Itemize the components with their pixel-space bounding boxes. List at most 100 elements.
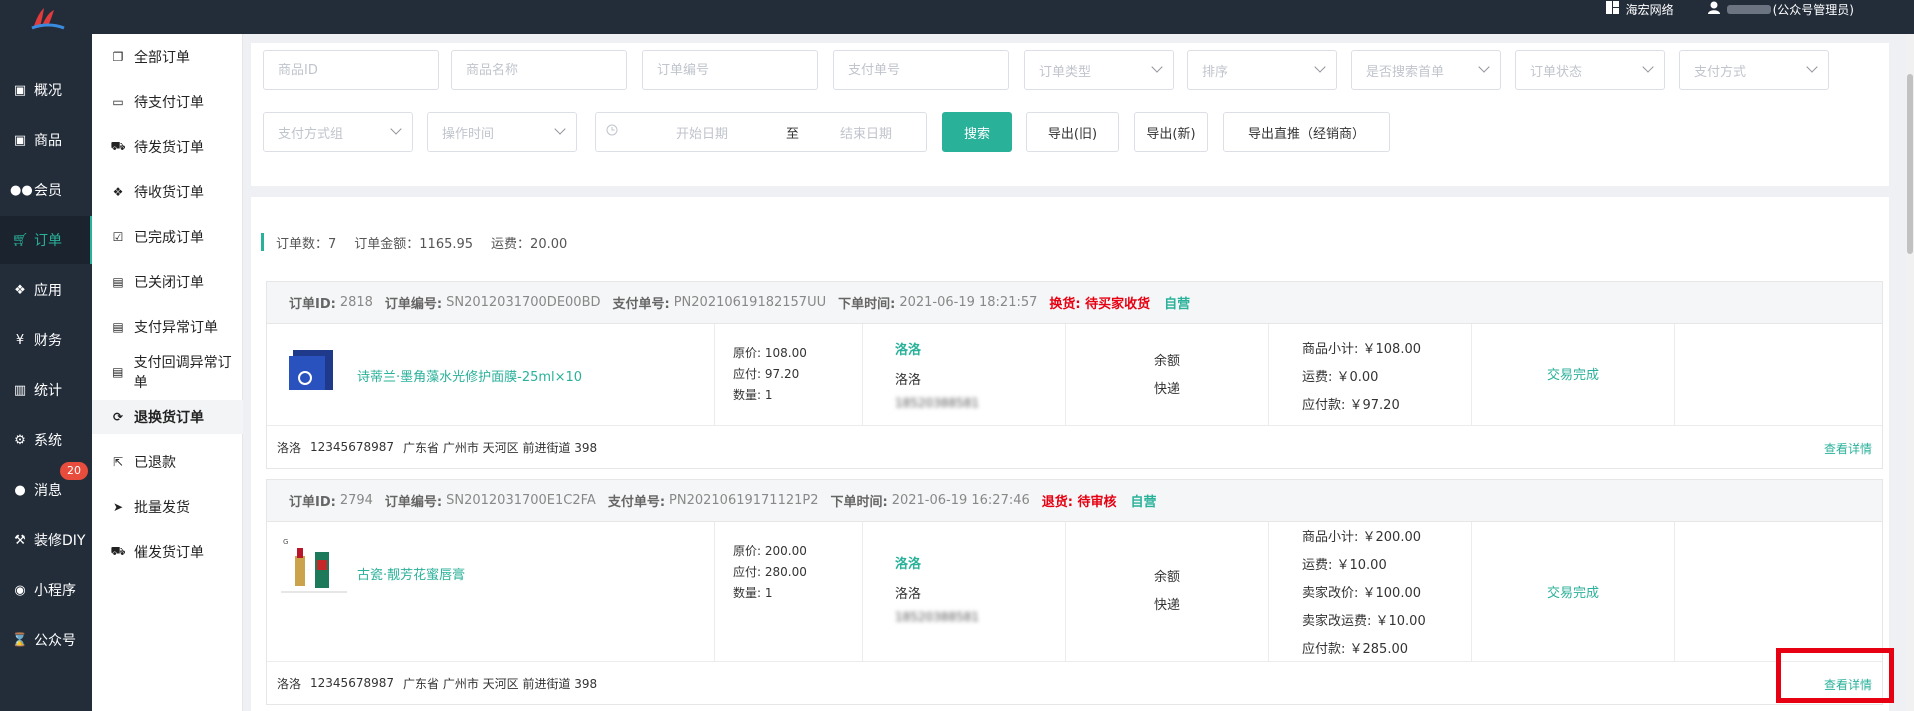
scrollbar-thumb[interactable] bbox=[1907, 74, 1913, 254]
product-name-link[interactable]: 古瓷·靓芳花蜜唇膏 bbox=[357, 564, 465, 583]
dashboard-icon: ▣ bbox=[13, 82, 27, 98]
address-phone: 12345678987 bbox=[310, 440, 394, 454]
subnav-pending-shipment[interactable]: ⛟ 待发货订单 bbox=[92, 130, 243, 164]
sidebar-item-apps[interactable]: ❖ 应用 bbox=[0, 266, 92, 314]
wechat-icon: ◉ bbox=[14, 582, 26, 598]
ship-type: 快递 bbox=[1154, 382, 1181, 397]
buyer-nickname: 洛洛 bbox=[895, 373, 922, 388]
subnav-pay-error[interactable]: ▤ 支付异常订单 bbox=[92, 310, 243, 344]
order-no-input[interactable] bbox=[642, 50, 818, 90]
goods-id-field[interactable] bbox=[278, 62, 438, 78]
subnav-batch-ship[interactable]: ➤ 批量发货 bbox=[92, 490, 243, 524]
export-new-button[interactable]: 导出(新) bbox=[1134, 112, 1208, 152]
end-date-placeholder[interactable]: 结束日期 bbox=[840, 123, 892, 142]
order-time: 2021-06-19 18:21:57 bbox=[899, 295, 1038, 310]
export-direct-button[interactable]: 导出直推（经销商） bbox=[1223, 112, 1390, 152]
start-date-placeholder[interactable]: 开始日期 bbox=[676, 123, 786, 142]
goods-name-field[interactable] bbox=[466, 62, 626, 78]
subnav-all-orders[interactable]: ❐ 全部订单 bbox=[92, 40, 243, 74]
sidebar-item-system[interactable]: ⚙ 系统 bbox=[0, 416, 92, 464]
op-time-select[interactable]: 操作时间 bbox=[427, 112, 577, 152]
dropbox-icon: ❖ bbox=[112, 185, 124, 199]
payment-cell: 余额 快递 bbox=[1066, 522, 1269, 661]
pay-no-input[interactable] bbox=[833, 50, 1009, 90]
message-count-badge: 20 bbox=[60, 462, 88, 480]
sidebar-item-messages[interactable]: ● 消息 20 bbox=[0, 462, 92, 514]
order-id: 2794 bbox=[339, 493, 373, 508]
chevron-down-icon bbox=[390, 123, 402, 135]
gears-icon: ⚙ bbox=[14, 432, 26, 448]
first-order-select[interactable]: 是否搜索首单 bbox=[1351, 50, 1501, 90]
sort-select[interactable]: 排序 bbox=[1187, 50, 1337, 90]
subnav-urge-ship[interactable]: ⛟ 催发货订单 bbox=[92, 535, 243, 569]
product-cell: G 古瓷·靓芳花蜜唇膏 bbox=[267, 522, 715, 661]
product-cell: 诗蒂兰·墨角藻水光修护面膜-25ml×10 bbox=[267, 324, 715, 425]
order-state: 交易完成 bbox=[1546, 368, 1599, 383]
truck-icon: ⛟ bbox=[110, 544, 126, 558]
user-menu[interactable]: (公众号管理员) bbox=[1707, 1, 1854, 17]
subnav-callback-error[interactable]: ▤ 支付回调异常订单 bbox=[92, 355, 243, 391]
sidebar-item-official-account[interactable]: ⌛ 公众号 bbox=[0, 616, 92, 664]
product-thumbnail[interactable]: G bbox=[279, 534, 349, 598]
chevron-down-icon bbox=[1151, 61, 1163, 73]
subnav-refunded[interactable]: ⇱ 已退款 bbox=[92, 445, 243, 479]
order-no-field[interactable] bbox=[657, 62, 817, 78]
trash-icon: ▤ bbox=[112, 365, 124, 379]
product-thumbnail[interactable] bbox=[287, 348, 339, 392]
buyer-cell: 洛洛 洛洛 18520388581 bbox=[863, 522, 1066, 661]
user-icon bbox=[1707, 1, 1720, 17]
buyer-name-link[interactable]: 洛洛 bbox=[895, 550, 1065, 580]
address-text: 广东省 广州市 天河区 前进街道 398 bbox=[403, 440, 598, 455]
subnav-pending-payment[interactable]: ▭ 待支付订单 bbox=[92, 85, 243, 119]
order-subnav: ❐ 全部订单 ▭ 待支付订单 ⛟ 待发货订单 ❖ 待收货订单 ☑ 已完成订单 ▤ 已关闭订单… bbox=[92, 34, 243, 711]
export-old-button[interactable]: 导出(旧) bbox=[1026, 112, 1119, 152]
order-state-cell: 交易完成 bbox=[1472, 522, 1675, 661]
date-range-picker[interactable]: 开始日期 至 结束日期 bbox=[595, 112, 927, 152]
order-footer: 洛洛 12345678987 广东省 广州市 天河区 前进街道 398 查看详情 bbox=[267, 426, 1882, 468]
subnav-closed[interactable]: ▤ 已关闭订单 bbox=[92, 265, 243, 299]
order-state: 交易完成 bbox=[1546, 586, 1599, 601]
view-details-link[interactable]: 查看详情 bbox=[1824, 440, 1872, 457]
order-type-select[interactable]: 订单类型 bbox=[1024, 50, 1174, 90]
goods-id-input[interactable] bbox=[263, 50, 439, 90]
sidebar-item-goods[interactable]: ▣ 商品 bbox=[0, 116, 92, 164]
trash-icon: ▤ bbox=[112, 320, 124, 334]
subnav-completed[interactable]: ☑ 已完成订单 bbox=[92, 220, 243, 254]
sidebar-item-finance[interactable]: ¥ 财务 bbox=[0, 316, 92, 364]
subnav-return-exchange[interactable]: ⟳ 退换货订单 bbox=[92, 400, 243, 434]
search-button[interactable]: 搜索 bbox=[942, 112, 1012, 152]
buyer-cell: 洛洛 洛洛 18520388581 bbox=[863, 324, 1066, 425]
svg-text:G: G bbox=[283, 538, 288, 546]
sidebar-item-miniprogram[interactable]: ◉ 小程序 bbox=[0, 566, 92, 614]
product-name-link[interactable]: 诗蒂兰·墨角藻水光修护面膜-25ml×10 bbox=[357, 366, 582, 385]
pay-method-select[interactable]: 支付方式 bbox=[1679, 50, 1829, 90]
sidebar-item-members[interactable]: ●● 会员 bbox=[0, 166, 92, 214]
sidebar-item-overview[interactable]: ▣ 概况 bbox=[0, 66, 92, 114]
pay-no-field[interactable] bbox=[848, 62, 1008, 78]
user-name-blurred bbox=[1726, 4, 1771, 14]
payment-cell: 余额 快递 bbox=[1066, 324, 1269, 425]
order-body: G 古瓷·靓芳花蜜唇膏 原价: 200.00 应付: 280.00 数量: 1 … bbox=[267, 522, 1882, 662]
page: 海宏网络 (公众号管理员) ▣ 概况 ▣ 商品 ●● 会员 🛒︎ 订单 ❖ 应用 ¥ 财务 … bbox=[0, 0, 1914, 711]
order-state-cell: 交易完成 bbox=[1472, 324, 1675, 425]
filter-panel: 订单类型 排序 是否搜索首单 订单状态 支付方式 支付方式组 操作时间 开始日期… bbox=[251, 43, 1889, 186]
order-time: 2021-06-19 16:27:46 bbox=[891, 493, 1030, 508]
trash-icon: ▤ bbox=[112, 275, 124, 289]
order-status-select[interactable]: 订单状态 bbox=[1515, 50, 1665, 90]
stats-icon: ▥ bbox=[13, 382, 27, 398]
sidebar-item-orders[interactable]: 🛒︎ 订单 bbox=[0, 216, 92, 264]
sidebar-item-diy[interactable]: ⚒ 装修DIY bbox=[0, 516, 92, 564]
page-scrollbar[interactable] bbox=[1906, 34, 1914, 711]
grid-icon bbox=[1605, 1, 1619, 17]
refresh-icon: ⟳ bbox=[112, 410, 124, 424]
card-icon: ▭ bbox=[112, 95, 124, 109]
buyer-name-link[interactable]: 洛洛 bbox=[895, 336, 1065, 366]
goods-name-input[interactable] bbox=[451, 50, 627, 90]
sidebar-item-stats[interactable]: ▥ 统计 bbox=[0, 366, 92, 414]
pay-group-select[interactable]: 支付方式组 bbox=[263, 112, 413, 152]
order-summary: 订单数：7 订单金额：1165.95 运费：20.00 bbox=[261, 233, 585, 252]
self-operated-tag: 自营 bbox=[1164, 297, 1191, 312]
brand-menu[interactable]: 海宏网络 bbox=[1605, 1, 1674, 17]
address-name: 洛洛 bbox=[277, 676, 302, 691]
subnav-pending-receipt[interactable]: ❖ 待收货订单 bbox=[92, 175, 243, 209]
